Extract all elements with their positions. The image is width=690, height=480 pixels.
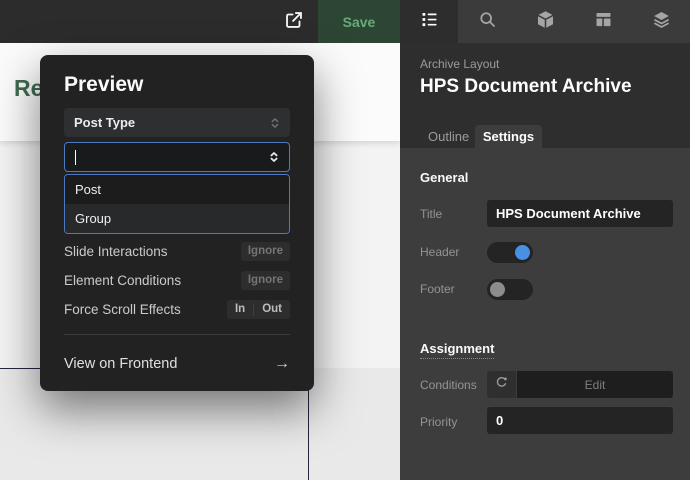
force-scroll-effects-row: Force Scroll Effects In Out <box>64 299 290 319</box>
preview-modal-title: Preview <box>64 73 143 97</box>
title-field-input[interactable] <box>487 200 673 227</box>
settings-tab-content: General Title Header Footer Assignment C… <box>400 148 690 480</box>
force-scroll-effects-label: Force Scroll Effects <box>64 302 181 317</box>
chevron-up-down-icon <box>267 150 281 164</box>
tab-settings[interactable]: Settings <box>475 125 542 148</box>
layers-icon <box>651 9 672 35</box>
save-button[interactable]: Save <box>318 0 400 43</box>
conditions-control: Edit <box>487 371 673 398</box>
refresh-icon <box>494 375 509 395</box>
force-scroll-in-button[interactable]: In <box>227 300 253 319</box>
post-type-search-input[interactable] <box>64 142 290 172</box>
post-type-select[interactable]: Post Type <box>64 108 290 137</box>
post-type-option-list: Post Group <box>64 174 290 234</box>
layout-icon <box>593 9 614 35</box>
element-conditions-label: Element Conditions <box>64 273 181 288</box>
footer-toggle-label: Footer <box>420 282 455 296</box>
element-conditions-row: Element Conditions Ignore <box>64 270 290 290</box>
search-tab[interactable] <box>458 0 516 43</box>
breadcrumb: Archive Layout <box>420 57 499 71</box>
page-title: HPS Document Archive <box>420 76 632 98</box>
element-conditions-ignore-button[interactable]: Ignore <box>241 271 290 290</box>
toggle-knob <box>515 245 530 260</box>
preview-modal: Preview Post Type Post Group Slide In <box>40 55 314 391</box>
search-icon <box>477 9 498 35</box>
chevron-up-down-icon <box>268 116 282 130</box>
cube-icon <box>535 9 556 35</box>
text-caret <box>75 150 76 165</box>
slide-interactions-label: Slide Interactions <box>64 244 168 259</box>
toggle-knob <box>490 282 505 297</box>
slide-interactions-row: Slide Interactions Ignore <box>64 241 290 261</box>
option-post[interactable]: Post <box>65 175 289 204</box>
view-on-frontend-label: View on Frontend <box>64 356 177 372</box>
settings-panel: Archive Layout HPS Document Archive Outl… <box>400 0 690 480</box>
title-field-label: Title <box>420 207 442 221</box>
builder-app: Re Save Preview Post Type <box>0 0 690 480</box>
option-group[interactable]: Group <box>65 204 289 233</box>
header-toggle-label: Header <box>420 245 459 259</box>
assignment-section-heading: Assignment <box>420 341 494 356</box>
post-type-select-label: Post Type <box>74 115 268 130</box>
canvas-page-heading: Re <box>14 75 43 102</box>
view-on-frontend-link[interactable]: View on Frontend → <box>64 353 290 375</box>
conditions-refresh-button[interactable] <box>487 371 516 398</box>
header-toggle[interactable] <box>487 242 533 263</box>
layers-tab[interactable] <box>632 0 690 43</box>
open-external-button[interactable] <box>280 8 308 36</box>
priority-field-input[interactable] <box>487 407 673 434</box>
panel-tabs: Outline Settings <box>400 125 690 148</box>
priority-field-label: Priority <box>420 415 457 429</box>
general-section-heading: General <box>420 170 468 185</box>
slide-interactions-ignore-button[interactable]: Ignore <box>241 242 290 261</box>
force-scroll-out-button[interactable]: Out <box>254 300 290 319</box>
builder-topbar: Save <box>0 0 400 43</box>
tab-outline[interactable]: Outline <box>428 125 469 148</box>
arrow-right-icon: → <box>274 355 290 373</box>
panel-icon-toolbar <box>400 0 690 43</box>
open-external-icon <box>283 9 305 36</box>
force-scroll-segmented-control: In Out <box>227 300 290 319</box>
templates-layout-tab[interactable] <box>574 0 632 43</box>
conditions-edit-button[interactable]: Edit <box>517 371 673 398</box>
outline-list-tab[interactable] <box>400 0 458 43</box>
outline-list-icon <box>419 9 440 35</box>
modal-divider <box>64 334 290 335</box>
elements-cube-tab[interactable] <box>516 0 574 43</box>
footer-toggle[interactable] <box>487 279 533 300</box>
conditions-field-label: Conditions <box>420 378 477 392</box>
